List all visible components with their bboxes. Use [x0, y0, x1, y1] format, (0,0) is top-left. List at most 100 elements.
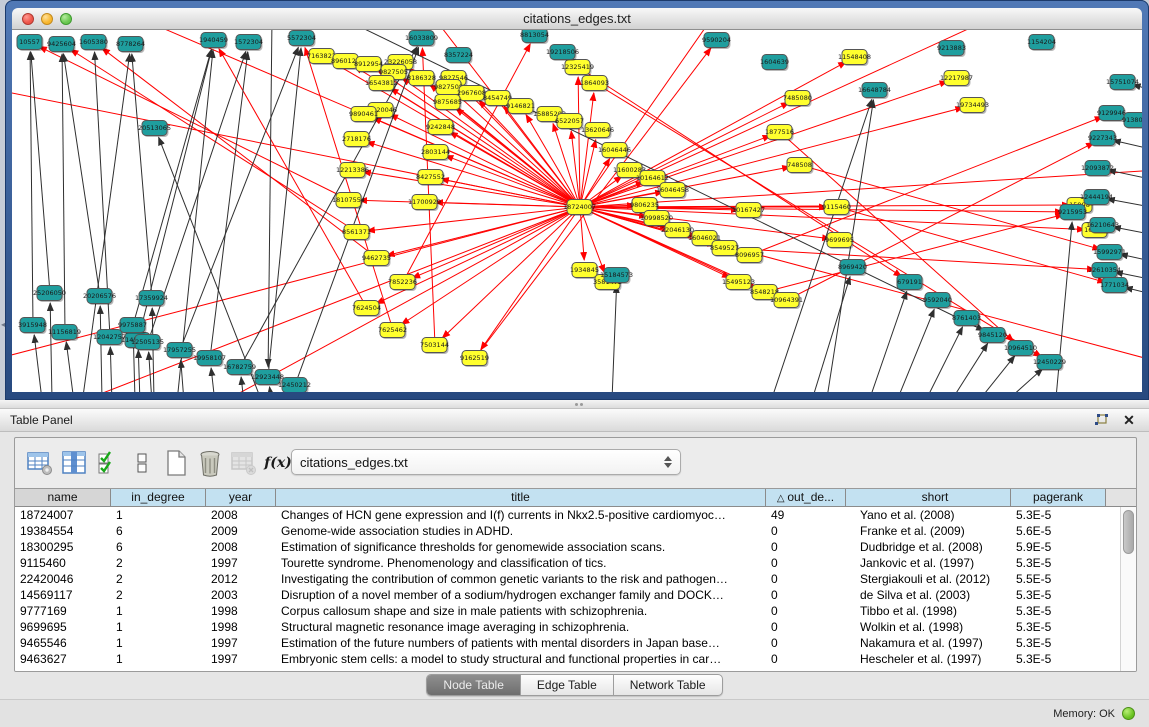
graph-node[interactable]: 1604639	[760, 55, 789, 72]
graph-node[interactable]: 18724007	[563, 200, 596, 217]
graph-node[interactable]: 9462735	[362, 251, 391, 268]
column-header-pagerank[interactable]: pagerank	[1011, 489, 1106, 507]
table-scrollbar[interactable]	[1120, 507, 1136, 671]
graph-node[interactable]: 9215953	[1058, 205, 1087, 222]
graph-node[interactable]: 1154204	[1027, 35, 1056, 52]
graph-node[interactable]: 9227343	[1088, 131, 1117, 148]
graph-node[interactable]: 15751074	[1106, 75, 1139, 92]
graph-node[interactable]: 679191	[897, 275, 924, 292]
graph-node[interactable]: 19734493	[956, 98, 989, 115]
graph-node[interactable]: 12213386	[336, 163, 369, 180]
table-row[interactable]: 969969511998Structural magnetic resonanc…	[15, 619, 1120, 635]
graph-node[interactable]: 9146821	[506, 99, 535, 116]
graph-node[interactable]: 15184573	[600, 268, 633, 285]
graph-node[interactable]: 7625462	[378, 323, 407, 340]
graph-node[interactable]: 8357224	[444, 48, 473, 65]
graph-node[interactable]: 9425604	[47, 37, 76, 54]
graph-node[interactable]: 8096957	[735, 248, 764, 265]
graph-node[interactable]: 9138029	[1122, 113, 1142, 130]
graph-node[interactable]: 8778264	[116, 37, 145, 54]
splitter-handle[interactable]	[0, 400, 1149, 409]
graph-node[interactable]: 3915948	[18, 318, 47, 335]
graph-node[interactable]: 9975887	[118, 318, 147, 335]
graph-node[interactable]: 16543812	[365, 76, 398, 93]
table-row[interactable]: 1872400712008Changes of HCN gene express…	[15, 507, 1120, 523]
function-builder-icon[interactable]: f(x)	[261, 448, 295, 478]
graph-node[interactable]: 1771034	[1100, 278, 1129, 295]
zoom-window-icon[interactable]	[60, 13, 72, 25]
graph-node[interactable]: 16046446	[598, 143, 631, 160]
column-header-year[interactable]: year	[206, 489, 276, 507]
graph-node[interactable]: 1572304	[234, 35, 263, 52]
graph-node[interactable]: 1864093	[580, 76, 609, 93]
graph-node[interactable]: 7852236	[388, 275, 417, 292]
table-mode-icon[interactable]	[23, 448, 57, 478]
graph-node[interactable]: 9592040	[923, 293, 952, 310]
show-columns-icon[interactable]	[57, 448, 91, 478]
graph-node[interactable]: 2718176	[342, 132, 371, 149]
graph-node[interactable]: 7624504	[352, 301, 381, 318]
graph-node[interactable]: 12093872	[1081, 161, 1114, 178]
graph-node[interactable]: 12325419	[561, 60, 594, 77]
network-canvas[interactable]: 1872400771638228960128891295423226058982…	[12, 30, 1142, 392]
graph-node[interactable]: 10964391	[770, 293, 803, 310]
float-window-icon[interactable]	[1091, 412, 1111, 428]
column-header-short[interactable]: short	[846, 489, 1011, 507]
graph-node[interactable]: 9590204	[702, 33, 731, 50]
graph-node[interactable]: 8427552	[416, 170, 445, 187]
graph-node[interactable]: 15992971	[1093, 245, 1126, 262]
graph-node[interactable]: 9242848	[426, 120, 455, 137]
graph-node[interactable]: 16046458	[656, 183, 689, 200]
graph-node[interactable]: 25206050	[33, 286, 66, 303]
table-row[interactable]: 1456911722003Disruption of a novel membe…	[15, 587, 1120, 603]
table-row[interactable]: 946554611997Estimation of the future num…	[15, 635, 1120, 651]
close-window-icon[interactable]	[22, 13, 34, 25]
graph-node[interactable]: 12610354	[1088, 263, 1121, 280]
graph-node[interactable]: 9699695	[825, 233, 854, 250]
graph-node[interactable]: 8761403	[952, 311, 981, 328]
graph-node[interactable]: 8186328	[407, 71, 436, 88]
table-row[interactable]: 977716911998Corpus callosum shape and si…	[15, 603, 1120, 619]
graph-node[interactable]: 11700929	[408, 195, 441, 212]
graph-node[interactable]: 2803144	[421, 145, 450, 162]
graph-node[interactable]: 17359924	[135, 291, 168, 308]
graph-node[interactable]: 5572304	[287, 31, 316, 48]
graph-node[interactable]: 16210643	[1086, 218, 1119, 235]
graph-node[interactable]: 7503144	[420, 338, 449, 355]
delete-column-icon[interactable]	[193, 448, 227, 478]
new-column-icon[interactable]	[159, 448, 193, 478]
minimize-window-icon[interactable]	[41, 13, 53, 25]
graph-node[interactable]: 20513065	[138, 121, 171, 138]
graph-node[interactable]: 10167427	[732, 203, 765, 220]
graph-node[interactable]: 16648784	[858, 83, 891, 100]
tab-edge-table[interactable]: Edge Table	[521, 675, 614, 695]
graph-node[interactable]: 1940459	[199, 33, 228, 50]
graph-node[interactable]: 7485080	[783, 91, 812, 108]
graph-node[interactable]: 8813054	[520, 30, 549, 44]
panel-collapse-arrow[interactable]: ◂	[1, 320, 5, 329]
graph-node[interactable]: 11548408	[838, 50, 871, 67]
graph-node[interactable]: 11156819	[48, 325, 81, 342]
graph-node[interactable]: 8969420	[838, 260, 867, 277]
graph-node[interactable]: 9213883	[937, 41, 966, 58]
graph-node[interactable]: 19218506	[546, 45, 579, 62]
column-header-title[interactable]: title	[276, 489, 766, 507]
graph-node[interactable]: 12505135	[131, 335, 164, 352]
graph-node[interactable]: 13620646	[581, 123, 614, 140]
graph-node[interactable]: 12444194	[1080, 190, 1113, 207]
graph-node[interactable]: 12450212	[278, 378, 311, 393]
tab-node-table[interactable]: Node Table	[427, 675, 521, 695]
graph-node[interactable]: 748508	[787, 158, 814, 175]
graph-node[interactable]: 1934845	[570, 263, 599, 280]
graph-node[interactable]: 19958107	[193, 351, 226, 368]
column-header-in_degree[interactable]: in_degree	[111, 489, 206, 507]
graph-node[interactable]: 9115460	[822, 200, 851, 217]
graph-node[interactable]: 9162519	[460, 351, 489, 368]
graph-node[interactable]: 10964510	[1004, 341, 1037, 358]
graph-node[interactable]: 12217987	[940, 71, 973, 88]
graph-node[interactable]: 18107554	[332, 193, 365, 210]
graph-node[interactable]: 17957255	[163, 343, 196, 360]
table-row[interactable]: 946362711997Embryonic stem cells: a mode…	[15, 651, 1120, 667]
graph-node[interactable]: 9845120	[978, 328, 1007, 345]
column-header-out_de[interactable]: △ out_de...	[766, 489, 846, 507]
